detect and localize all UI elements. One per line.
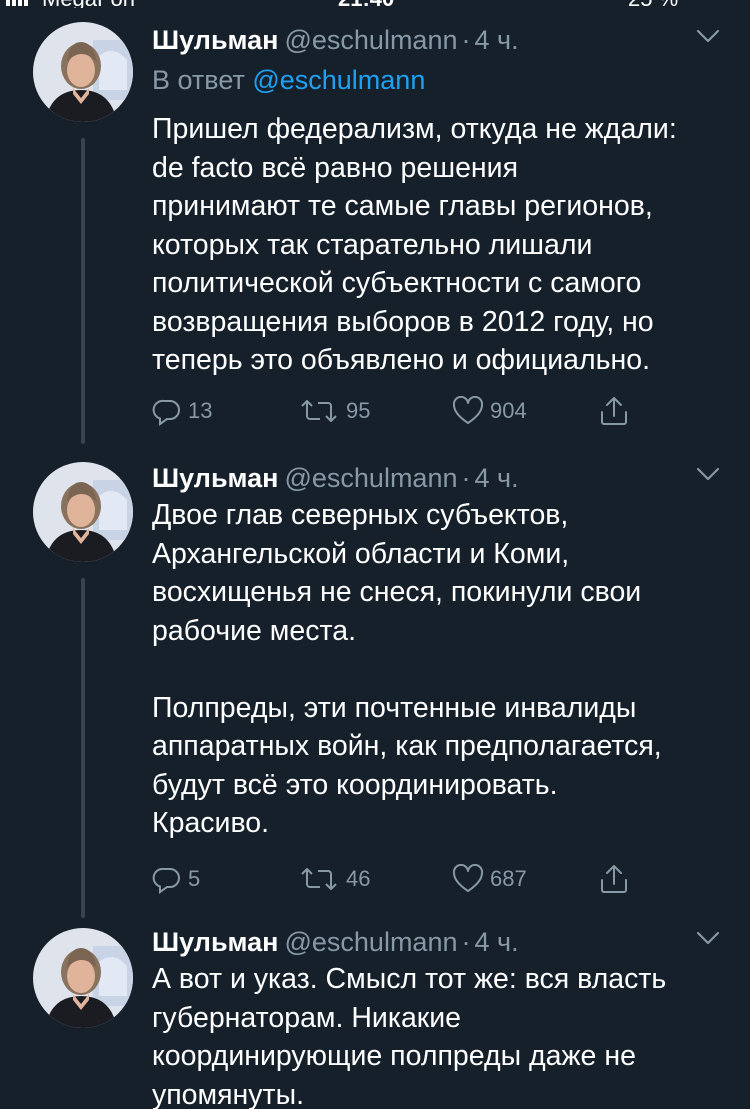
carrier-label: MegaFon: [42, 0, 135, 8]
clock: 21:40: [338, 0, 394, 8]
battery-level: 25 %: [628, 0, 678, 8]
tweet-actions: 5 46 687: [152, 862, 652, 896]
heart-icon: [452, 864, 484, 892]
chevron-down-icon[interactable]: [694, 22, 722, 50]
retweet-count: 46: [346, 866, 371, 891]
retweet-button[interactable]: 95: [298, 394, 370, 428]
author-name[interactable]: Шульман: [152, 927, 278, 957]
separator-dot: ·: [461, 25, 471, 55]
separator-dot: ·: [461, 463, 471, 493]
reply-icon: [152, 399, 180, 426]
tweet-text: Пришел федерализм, откуда не ждали: de f…: [152, 113, 677, 376]
avatar[interactable]: [33, 928, 133, 1028]
tweet-header: Шульман @eschulmann · 4 ч.: [152, 924, 519, 960]
like-button[interactable]: 904: [452, 394, 527, 428]
separator-dot: ·: [461, 927, 471, 957]
like-button[interactable]: 687: [452, 862, 527, 896]
retweet-count: 95: [346, 398, 371, 423]
tweet-text: Двое глав северных субъектов, Архангельс…: [152, 499, 662, 839]
author-name[interactable]: Шульман: [152, 463, 278, 493]
tweet-timestamp[interactable]: 4 ч.: [474, 463, 518, 493]
reply-button[interactable]: 13: [152, 394, 212, 428]
reply-button[interactable]: 5: [152, 862, 200, 896]
author-handle[interactable]: @eschulmann: [284, 927, 457, 957]
reply-context: В ответ @eschulmann: [152, 62, 425, 98]
tweet-actions: 13 95 904: [152, 394, 652, 428]
tweet-timestamp[interactable]: 4 ч.: [474, 25, 518, 55]
tweet-timestamp[interactable]: 4 ч.: [474, 927, 518, 957]
tweet-header: Шульман @eschulmann · 4 ч.: [152, 22, 519, 58]
reply-to-handle[interactable]: @eschulmann: [252, 65, 425, 95]
avatar[interactable]: [33, 462, 133, 562]
share-button[interactable]: [599, 862, 635, 896]
author-name[interactable]: Шульман: [152, 25, 278, 55]
heart-icon: [452, 396, 484, 424]
tweet-header: Шульман @eschulmann · 4 ч.: [152, 460, 519, 496]
tweet[interactable]: Шульман @eschulmann · 4 ч. В ответ @eschulm…: [0, 22, 750, 442]
retweet-button[interactable]: 46: [298, 862, 370, 896]
status-bar: MegaFon 21:40 25 %: [0, 0, 750, 8]
share-button[interactable]: [599, 394, 635, 428]
reply-count: 5: [188, 866, 201, 891]
signal-icon: [6, 0, 28, 6]
chevron-down-icon[interactable]: [694, 924, 722, 952]
share-icon: [601, 397, 627, 425]
retweet-icon: [301, 868, 337, 890]
reply-icon: [152, 867, 180, 894]
author-handle[interactable]: @eschulmann: [284, 463, 457, 493]
tweet[interactable]: Шульман @eschulmann · 4 ч. А вот и указ. См…: [0, 924, 750, 1109]
tweet[interactable]: Шульман @eschulmann · 4 ч. Двое глав северн…: [0, 460, 750, 910]
chevron-down-icon[interactable]: [694, 460, 722, 488]
author-handle[interactable]: @eschulmann: [284, 25, 457, 55]
tweet-text: А вот и указ. Смысл тот же: вся власть г…: [152, 963, 667, 1109]
like-count: 687: [490, 866, 527, 891]
like-count: 904: [490, 398, 527, 423]
share-icon: [601, 865, 627, 893]
avatar[interactable]: [33, 22, 133, 122]
reply-to-label: В ответ: [152, 65, 245, 95]
retweet-icon: [301, 400, 337, 422]
reply-count: 13: [188, 398, 213, 423]
